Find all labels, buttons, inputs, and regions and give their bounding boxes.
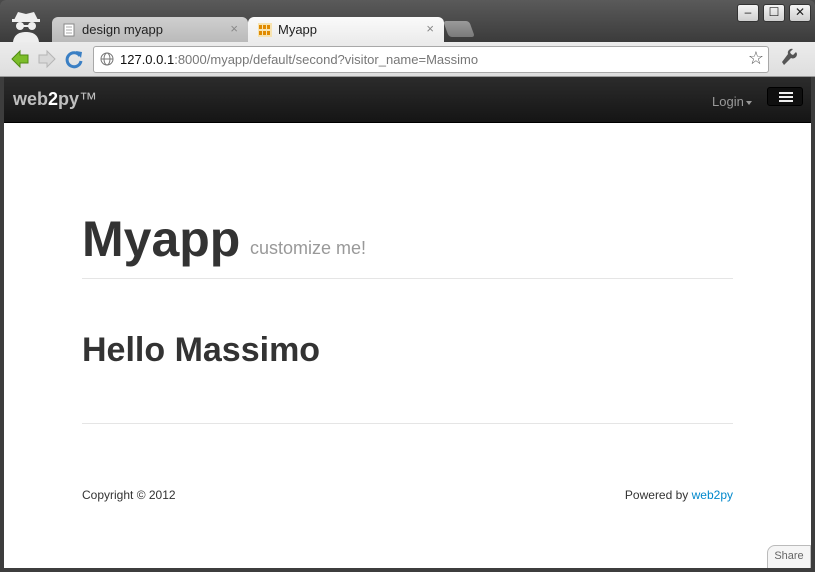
title-bar: design myapp × Myapp × – ☐ ✕ [0,0,815,43]
maximize-button[interactable]: ☐ [763,4,785,22]
minimize-button[interactable]: – [737,4,759,22]
page-subtitle: customize me! [250,238,367,258]
divider [82,423,733,424]
web2py-favicon-icon [258,23,272,37]
menu-toggle-button[interactable] [767,87,803,106]
incognito-icon [12,12,40,42]
web2py-link[interactable]: web2py [692,488,733,502]
brand-part: 2 [48,89,59,109]
forward-icon[interactable] [36,48,58,70]
site-navbar: web2py™ Login [4,77,811,123]
new-tab-button[interactable] [443,21,475,37]
divider [82,278,733,279]
globe-icon [100,52,114,66]
browser-toolbar: 127.0.0.1:8000/myapp/default/second?visi… [0,42,815,77]
bookmark-star-icon[interactable]: ☆ [748,48,764,69]
login-label: Login [712,94,744,109]
url-path: :8000/myapp/default/second?visitor_name=… [174,52,479,67]
url-host: 127.0.0.1 [120,52,175,67]
close-window-button[interactable]: ✕ [789,4,811,22]
tab-label: Myapp [278,22,318,37]
reload-icon[interactable] [63,48,85,70]
back-icon[interactable] [9,48,31,70]
wrench-icon[interactable] [780,48,800,68]
brand-trademark: ™ [79,89,98,109]
url-text: 127.0.0.1:8000/myapp/default/second?visi… [120,52,478,67]
caret-down-icon [745,100,752,105]
greeting-heading: Hello Massimo [82,331,321,369]
page-title: Myapp [82,211,241,267]
brand-part: web [13,89,49,109]
page-icon [63,23,75,37]
powered-by: Powered by web2py [625,488,733,502]
brand-logo[interactable]: web2py™ [13,89,97,110]
tab-design-myapp[interactable]: design myapp × [52,17,248,43]
tab-close-icon[interactable]: × [230,21,238,36]
tab-myapp[interactable]: Myapp × [248,17,444,43]
copyright-text: Copyright © 2012 [82,488,176,502]
tab-close-icon[interactable]: × [426,21,434,36]
address-bar[interactable]: 127.0.0.1:8000/myapp/default/second?visi… [93,46,769,73]
tab-label: design myapp [82,22,163,37]
page-viewport: web2py™ Login Myapp customize me! Hello … [4,77,811,568]
powered-prefix: Powered by [624,488,692,502]
share-button[interactable]: Share [767,545,811,568]
browser-window: design myapp × Myapp × – ☐ ✕ 127.0.0.1:8… [0,0,815,572]
brand-part: py [58,89,80,109]
login-dropdown[interactable]: Login [712,94,752,109]
